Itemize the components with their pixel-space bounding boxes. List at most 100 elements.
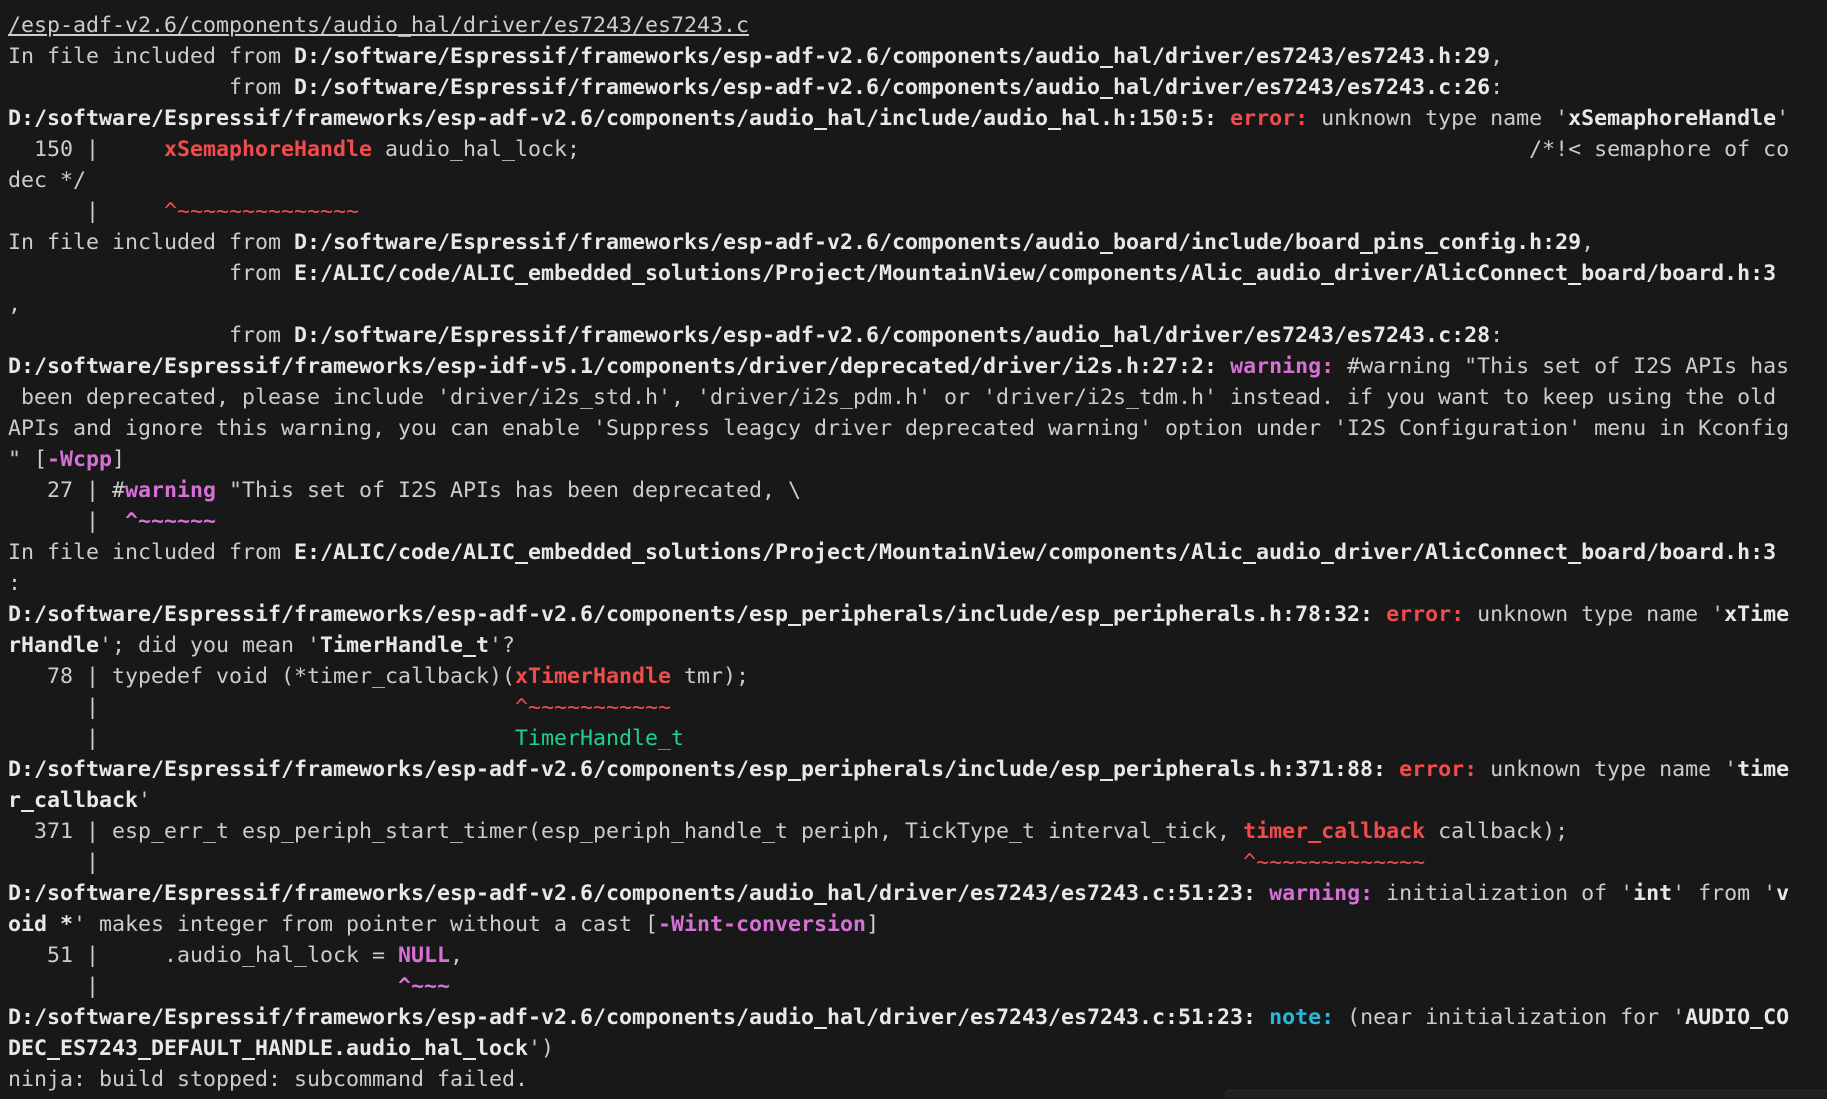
output-text: initialization of ' (1373, 881, 1634, 906)
terminal-line: dec */ (8, 165, 1789, 196)
output-text: ] (866, 912, 880, 937)
output-text: unknown type name ' (1308, 106, 1569, 131)
bold-text: v (1776, 881, 1790, 906)
warning-text: -Wint-conversion (658, 912, 867, 937)
bold-text: r_callback (8, 788, 139, 813)
output-text: callback); (1425, 819, 1569, 844)
output-text: , (1490, 44, 1504, 69)
error-text: xSemaphoreHandle (164, 137, 373, 162)
bold-text: xTime (1724, 602, 1790, 627)
output-text: tmr); (671, 664, 750, 689)
output-text: audio_hal_lock; /*!< semaphore of co (372, 137, 1790, 162)
terminal-line: D:/software/Espressif/frameworks/esp-adf… (8, 754, 1789, 785)
bold-text: E:/ALIC/code/ALIC_embedded_solutions/Pro… (294, 540, 1777, 565)
bold-text: D:/software/Espressif/frameworks/esp-adf… (294, 44, 1491, 69)
output-text: 371 | esp_err_t esp_periph_start_timer(e… (8, 819, 1244, 844)
terminal-line: | ^~~~~~~~~~~~~~ (8, 847, 1789, 878)
file-link[interactable]: /esp-adf-v2.6/components/audio_hal/drive… (8, 13, 749, 38)
bold-text: E:/ALIC/code/ALIC_embedded_solutions/Pro… (294, 261, 1777, 286)
terminal-line: In file included from E:/ALIC/code/ALIC_… (8, 537, 1789, 568)
terminal-line: In file included from D:/software/Espres… (8, 227, 1789, 258)
output-text: from (8, 261, 295, 286)
terminal-line: from D:/software/Espressif/frameworks/es… (8, 72, 1789, 103)
output-text: from (8, 75, 295, 100)
output-text: "This set of I2S APIs has been deprecate… (216, 478, 802, 503)
terminal-line: 78 | typedef void (*timer_callback)(xTim… (8, 661, 1789, 692)
output-text: ] (112, 447, 126, 472)
bold-text: rHandle (8, 633, 100, 658)
output-text: ' makes integer from pointer without a c… (73, 912, 659, 937)
terminal-line: D:/software/Espressif/frameworks/esp-adf… (8, 103, 1789, 134)
terminal-line: /esp-adf-v2.6/components/audio_hal/drive… (8, 10, 1789, 41)
output-text: #warning "This set of I2S APIs has (1334, 354, 1790, 379)
output-text: (near initialization for ' (1334, 1005, 1686, 1030)
output-text: 51 | .audio_hal_lock = (8, 943, 399, 968)
warning-text: warning: (1269, 881, 1374, 906)
warning-text: NULL (398, 943, 451, 968)
terminal-line: oid *' makes integer from pointer withou… (8, 909, 1789, 940)
terminal-line: | ^~~~~~~~~~~~ (8, 692, 1789, 723)
terminal-line: r_callback' (8, 785, 1789, 816)
output-text: | (8, 974, 399, 999)
terminal-output[interactable]: /esp-adf-v2.6/components/audio_hal/drive… (8, 10, 1789, 1095)
output-text: | (8, 695, 516, 720)
terminal-line: 51 | .audio_hal_lock = NULL, (8, 940, 1789, 971)
output-text: , (8, 292, 22, 317)
error-caret: ^~~~~~~~~~~~~~~ (164, 199, 360, 224)
output-text: In file included from (8, 540, 295, 565)
terminal-line: from D:/software/Espressif/frameworks/es… (8, 320, 1789, 351)
output-text: In file included from (8, 44, 295, 69)
bold-text: D:/software/Espressif/frameworks/esp-adf… (8, 1005, 1257, 1030)
warning-text: warning (125, 478, 217, 503)
bold-text: D:/software/Espressif/frameworks/esp-idf… (8, 354, 1218, 379)
output-text: ' from ' (1672, 881, 1777, 906)
output-text: 78 | typedef void (*timer_callback)( (8, 664, 516, 689)
output-text: been deprecated, please include 'driver/… (8, 385, 1777, 410)
output-text: : (1490, 75, 1504, 100)
bold-text: D:/software/Espressif/frameworks/esp-adf… (8, 757, 1387, 782)
bold-text: DEC_ES7243_DEFAULT_HANDLE.audio_hal_lock (8, 1036, 529, 1061)
output-text: , (1581, 230, 1595, 255)
warning-text: ^~~~~~~ (125, 509, 217, 534)
terminal-line: 150 | xSemaphoreHandle audio_hal_lock; /… (8, 134, 1789, 165)
error-caret: ^~~~~~~~~~~~ (515, 695, 672, 720)
bold-text: AUDIO_CO (1685, 1005, 1790, 1030)
output-text: dec */ (8, 168, 87, 193)
bold-text: D:/software/Espressif/frameworks/esp-adf… (294, 323, 1491, 348)
terminal-line: 371 | esp_err_t esp_periph_start_timer(e… (8, 816, 1789, 847)
output-text: unknown type name ' (1477, 757, 1738, 782)
error-text: timer_callback (1243, 819, 1426, 844)
bold-text: D:/software/Espressif/frameworks/esp-adf… (8, 602, 1374, 627)
output-text: unknown type name ' (1464, 602, 1725, 627)
warning-text: -Wcpp (47, 447, 113, 472)
output-text: | (8, 509, 126, 534)
output-text: '? (489, 633, 516, 658)
terminal-line: D:/software/Espressif/frameworks/esp-adf… (8, 878, 1789, 909)
terminal-line: In file included from D:/software/Espres… (8, 41, 1789, 72)
terminal-line: DEC_ES7243_DEFAULT_HANDLE.audio_hal_lock… (8, 1033, 1789, 1064)
terminal-line: | ^~~~~~~~~~~~~~~ (8, 196, 1789, 227)
terminal-line: D:/software/Espressif/frameworks/esp-adf… (8, 1002, 1789, 1033)
output-text: 150 | (8, 137, 165, 162)
note-label: note: (1269, 1005, 1335, 1030)
bold-text: D:/software/Espressif/frameworks/esp-adf… (8, 881, 1257, 906)
error-text: error: (1230, 106, 1309, 131)
output-text: : (1490, 323, 1504, 348)
bold-text: xSemaphoreHandle (1568, 106, 1777, 131)
output-text: In file included from (8, 230, 295, 255)
error-text: error: (1399, 757, 1478, 782)
output-text: 27 | # (8, 478, 126, 503)
terminal-line: D:/software/Espressif/frameworks/esp-adf… (8, 599, 1789, 630)
error-text: error: (1386, 602, 1465, 627)
output-text: , (450, 943, 464, 968)
output-text: '; did you mean ' (99, 633, 321, 658)
output-text: ' (1776, 106, 1790, 131)
output-text: | (8, 726, 516, 751)
warning-text: ^~~~ (398, 974, 451, 999)
warning-text: warning: (1230, 354, 1335, 379)
terminal-line: D:/software/Espressif/frameworks/esp-idf… (8, 351, 1789, 382)
bold-text: oid * (8, 912, 74, 937)
terminal-line: | ^~~~ (8, 971, 1789, 1002)
